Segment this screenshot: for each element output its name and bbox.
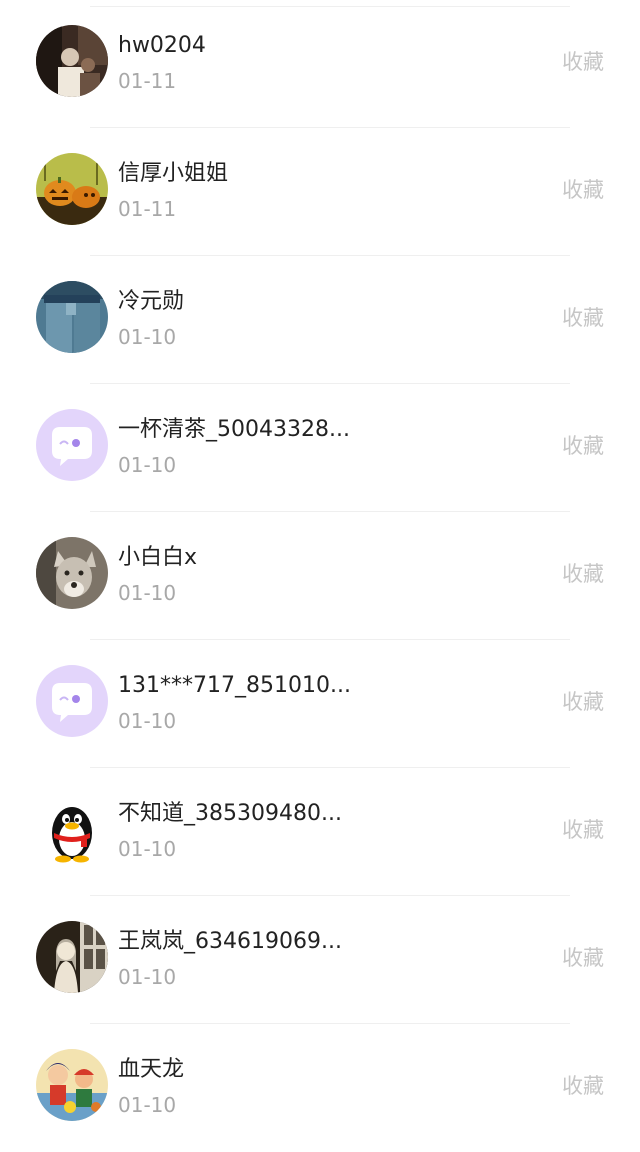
wolf-avatar-icon <box>36 537 108 609</box>
favorite-button[interactable]: 收藏 <box>562 433 604 459</box>
favorite-button[interactable]: 收藏 <box>562 945 604 971</box>
jeans-avatar-icon <box>36 281 108 353</box>
list-item[interactable]: 信厚小姐姐 01-11 收藏 <box>0 128 640 256</box>
date-label: 01-10 <box>118 709 177 733</box>
user-name: 131***717_851010... <box>118 673 351 698</box>
list-item[interactable]: 小白白x 01-10 收藏 <box>0 512 640 640</box>
avatar[interactable] <box>36 153 108 225</box>
user-name: 小白白x <box>118 545 198 570</box>
penguin-avatar-icon <box>36 793 108 865</box>
favorite-button[interactable]: 收藏 <box>562 817 604 843</box>
date-label: 01-10 <box>118 325 177 349</box>
avatar[interactable] <box>36 537 108 609</box>
date-label: 01-10 <box>118 581 177 605</box>
list-item[interactable]: 一杯清茶_50043328... 01-10 收藏 <box>0 384 640 512</box>
user-name: 一杯清茶_50043328... <box>118 417 350 442</box>
list-item[interactable]: 冷元勋 01-10 收藏 <box>0 256 640 384</box>
avatar[interactable] <box>36 281 108 353</box>
favorite-button[interactable]: 收藏 <box>562 177 604 203</box>
list-item[interactable]: hw0204 01-11 收藏 <box>0 0 640 128</box>
list-item[interactable]: 血天龙 01-10 收藏 <box>0 1024 640 1152</box>
date-label: 01-11 <box>118 197 177 221</box>
user-name: 血天龙 <box>118 1057 185 1082</box>
date-label: 01-10 <box>118 965 177 989</box>
avatar[interactable] <box>36 25 108 97</box>
avatar[interactable] <box>36 921 108 993</box>
favorite-button[interactable]: 收藏 <box>562 561 604 587</box>
user-name: 冷元勋 <box>118 289 185 314</box>
date-label: 01-10 <box>118 453 177 477</box>
favorite-button[interactable]: 收藏 <box>562 689 604 715</box>
cartoon-avatar-icon <box>36 1049 108 1121</box>
date-label: 01-11 <box>118 69 177 93</box>
user-name: 信厚小姐姐 <box>118 161 229 186</box>
avatar[interactable] <box>36 409 108 481</box>
default-chat-avatar-icon <box>36 665 108 737</box>
photo-dark-avatar-icon <box>36 25 108 97</box>
list-item[interactable]: 131***717_851010... 01-10 收藏 <box>0 640 640 768</box>
favorite-button[interactable]: 收藏 <box>562 305 604 331</box>
pumpkin-avatar-icon <box>36 153 108 225</box>
user-name: 王岚岚_634619069... <box>118 929 342 954</box>
list-item[interactable]: 王岚岚_634619069... 01-10 收藏 <box>0 896 640 1024</box>
favorite-button[interactable]: 收藏 <box>562 49 604 75</box>
user-name: 不知道_385309480... <box>118 801 342 826</box>
avatar[interactable] <box>36 665 108 737</box>
date-label: 01-10 <box>118 1093 177 1117</box>
favorite-button[interactable]: 收藏 <box>562 1073 604 1099</box>
user-name: hw0204 <box>118 33 206 58</box>
date-label: 01-10 <box>118 837 177 861</box>
girl-window-avatar-icon <box>36 921 108 993</box>
avatar[interactable] <box>36 793 108 865</box>
list-item[interactable]: 不知道_385309480... 01-10 收藏 <box>0 768 640 896</box>
avatar[interactable] <box>36 1049 108 1121</box>
default-chat-avatar-icon <box>36 409 108 481</box>
